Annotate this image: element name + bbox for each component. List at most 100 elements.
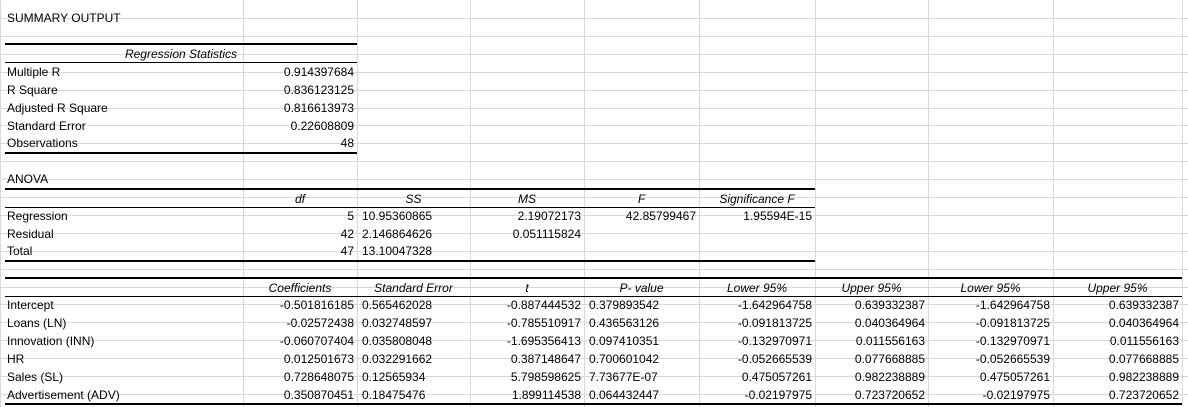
anova-header-significance-f: Significance F: [719, 192, 795, 206]
coef-cell: 0.097410351: [589, 334, 660, 348]
anova-row-label: Total: [7, 244, 33, 258]
reg-stats-top-rule: [5, 43, 357, 45]
reg-stats-header-rule: [5, 62, 357, 63]
coef-row-label: Innovation (INN): [7, 334, 95, 348]
coef-cell: 0.077668885: [1108, 352, 1179, 366]
anova-cell: 2.19072173: [517, 209, 581, 223]
coef-cell: 0.982238889: [1108, 370, 1179, 384]
coef-header: Upper 95%: [1087, 281, 1148, 295]
coef-row-label: Sales (SL): [7, 370, 64, 384]
coef-cell: -0.02572438: [286, 316, 354, 330]
anova-cell: 47: [340, 244, 354, 258]
stat-value: 0.836123125: [283, 83, 354, 97]
anova-cell: 1.95594E-15: [743, 209, 812, 223]
coef-header: Upper 95%: [841, 281, 902, 295]
coef-cell: 0.012501673: [283, 352, 354, 366]
gridline: [0, 18, 1188, 19]
coef-cell: -0.091813725: [737, 316, 812, 330]
stat-label: R Square: [7, 83, 58, 97]
coef-row-label: Intercept: [7, 298, 54, 312]
coef-cell: -0.091813725: [975, 316, 1050, 330]
coef-row-label: Loans (LN): [7, 316, 67, 330]
anova-cell: 0.051115824: [512, 227, 581, 241]
gridline: [0, 161, 1188, 162]
coef-bottom-rule: [5, 403, 1182, 405]
coef-cell: 0.350870451: [283, 388, 354, 402]
anova-title: ANOVA: [7, 172, 49, 186]
coef-cell: 0.12565934: [362, 370, 426, 384]
coef-cell: 0.035808048: [362, 334, 433, 348]
stat-value: 0.22608809: [290, 119, 354, 133]
anova-bottom-rule: [5, 260, 815, 262]
coef-cell: 7.73677E-07: [589, 370, 658, 384]
coef-cell: -0.501816185: [279, 298, 354, 312]
summary-output-title: SUMMARY OUTPUT: [7, 11, 121, 25]
gridline: [0, 36, 1188, 37]
coef-cell: 0.032748597: [362, 316, 433, 330]
coef-cell: 0.982238889: [854, 370, 925, 384]
coef-cell: 0.436563126: [589, 316, 660, 330]
coef-cell: 0.723720652: [1108, 388, 1179, 402]
coef-cell: -0.052665539: [737, 352, 812, 366]
stat-value: 0.816613973: [283, 101, 354, 115]
coef-cell: 5.798598625: [510, 370, 581, 384]
coef-cell: 0.064432447: [589, 388, 660, 402]
coef-cell: 0.387148647: [510, 352, 581, 366]
stat-label: Standard Error: [7, 119, 86, 133]
gridline: [0, 179, 1188, 180]
coef-cell: 0.723720652: [854, 388, 925, 402]
coef-cell: 0.565462028: [362, 298, 433, 312]
coef-cell: -0.132970971: [737, 334, 812, 348]
stat-value: 48: [340, 136, 354, 150]
anova-header-ss: SS: [405, 192, 422, 206]
coef-row-label: Advertisement (ADV): [7, 388, 120, 402]
anova-header-ms: MS: [518, 192, 536, 206]
anova-row-label: Residual: [7, 227, 54, 241]
coef-cell: -1.642964758: [737, 298, 812, 312]
coef-header: Coefficients: [268, 281, 332, 295]
coef-cell: 0.728648075: [283, 370, 354, 384]
stat-label: Observations: [7, 136, 78, 150]
coef-cell: 0.639332387: [854, 298, 925, 312]
coef-cell: -0.052665539: [975, 352, 1050, 366]
anova-cell: 2.146864626: [362, 227, 433, 241]
anova-cell: 42: [340, 227, 354, 241]
coef-header: P- value: [619, 281, 664, 295]
coef-cell: 0.032291662: [362, 352, 433, 366]
coef-cell: -0.02197975: [744, 388, 812, 402]
coef-cell: -0.132970971: [975, 334, 1050, 348]
coef-cell: -1.642964758: [975, 298, 1050, 312]
coef-cell: 0.040364964: [854, 316, 925, 330]
coef-header: Lower 95%: [726, 281, 788, 295]
anova-top-rule: [5, 188, 815, 190]
anova-row-label: Regression: [7, 209, 68, 223]
reg-stats-bottom-rule: [5, 152, 357, 154]
coef-cell: 0.379893542: [589, 298, 660, 312]
coef-cell: -0.785510917: [506, 316, 581, 330]
stat-label: Multiple R: [7, 65, 61, 79]
coef-cell: 0.040364964: [1108, 316, 1179, 330]
anova-cell: 10.95360865: [362, 209, 433, 223]
coef-top-rule: [5, 277, 1182, 279]
coef-cell: 0.700601042: [589, 352, 660, 366]
anova-cell: 13.10047328: [362, 244, 433, 258]
coef-cell: 0.18475476: [362, 388, 426, 402]
coef-header: Standard Error: [374, 281, 453, 295]
coef-cell: 0.011556163: [1109, 334, 1179, 348]
coef-cell: 0.475057261: [741, 370, 812, 384]
coef-cell: -0.060707404: [279, 334, 354, 348]
gridline: [0, 269, 1188, 270]
reg-stats-header: Regression Statistics: [124, 47, 238, 61]
coef-cell: 1.899114538: [511, 388, 581, 402]
coef-header: Lower 95%: [960, 281, 1021, 295]
stat-value: 0.914397684: [283, 65, 354, 79]
coef-cell: 0.011556163: [855, 334, 925, 348]
anova-cell: 42.85799467: [625, 209, 696, 223]
anova-header-df: df: [294, 192, 305, 206]
coef-row-label: HR: [7, 352, 25, 366]
coef-cell: 0.639332387: [1108, 298, 1179, 312]
coef-cell: -0.887444532: [506, 298, 581, 312]
anova-header-f: F: [637, 192, 646, 206]
anova-cell: 5: [347, 209, 354, 223]
coef-cell: -0.02197975: [982, 388, 1050, 402]
